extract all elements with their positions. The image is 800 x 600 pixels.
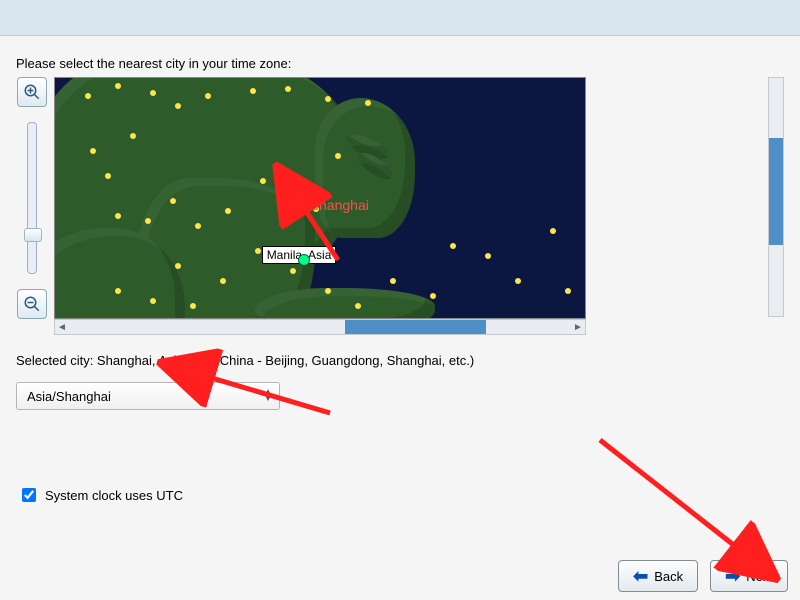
city-dot[interactable] bbox=[220, 278, 226, 284]
timezone-selector-window: Please select the nearest city in your t… bbox=[0, 0, 800, 600]
next-button-label: Next bbox=[746, 569, 773, 584]
city-dot[interactable] bbox=[115, 213, 121, 219]
city-dot[interactable] bbox=[485, 253, 491, 259]
city-dot[interactable] bbox=[290, 268, 296, 274]
back-button[interactable]: ⬅ Back bbox=[618, 560, 698, 592]
city-dot[interactable] bbox=[225, 208, 231, 214]
system-clock-utc-row[interactable]: System clock uses UTC bbox=[18, 485, 183, 505]
map-horizontal-scrollbar[interactable]: ◄ ► bbox=[54, 319, 586, 335]
city-dot[interactable] bbox=[85, 93, 91, 99]
city-dot[interactable] bbox=[255, 248, 261, 254]
content-area: Please select the nearest city in your t… bbox=[0, 36, 800, 552]
arrow-left-icon: ⬅ bbox=[633, 566, 648, 587]
back-button-label: Back bbox=[654, 569, 683, 584]
system-clock-utc-checkbox[interactable] bbox=[22, 488, 36, 502]
city-dot[interactable] bbox=[115, 83, 121, 89]
city-dot[interactable] bbox=[390, 278, 396, 284]
hscroll-left-icon[interactable]: ◄ bbox=[55, 321, 69, 333]
timezone-select-value: Asia/Shanghai bbox=[27, 389, 111, 404]
zoom-in-icon bbox=[23, 83, 41, 101]
city-dot[interactable] bbox=[115, 288, 121, 294]
zoom-out-icon bbox=[23, 295, 41, 313]
map-container: Shanghai Manila, Asia bbox=[54, 77, 762, 319]
map-vertical-scrollbar[interactable] bbox=[768, 77, 784, 317]
hscroll-thumb[interactable] bbox=[345, 320, 486, 334]
city-dot[interactable] bbox=[190, 303, 196, 309]
city-dot[interactable] bbox=[90, 148, 96, 154]
city-dot[interactable] bbox=[105, 173, 111, 179]
city-dot[interactable] bbox=[365, 100, 371, 106]
city-dot[interactable] bbox=[515, 278, 521, 284]
wizard-button-bar: ⬅ Back ➡ Next bbox=[618, 560, 788, 592]
hscroll-right-icon[interactable]: ► bbox=[571, 321, 585, 333]
vscroll-thumb[interactable] bbox=[769, 138, 783, 245]
zoom-in-button[interactable] bbox=[17, 77, 47, 107]
instruction-text: Please select the nearest city in your t… bbox=[16, 56, 784, 71]
city-dot[interactable] bbox=[335, 153, 341, 159]
zoom-slider[interactable] bbox=[27, 122, 37, 274]
city-dot[interactable] bbox=[195, 223, 201, 229]
zoom-slider-handle[interactable] bbox=[24, 228, 42, 242]
city-dot[interactable] bbox=[145, 218, 151, 224]
hover-city-pin bbox=[298, 254, 310, 266]
city-dot[interactable] bbox=[565, 288, 571, 294]
city-dot[interactable] bbox=[150, 298, 156, 304]
selected-city-text: Selected city: Shanghai, Asia (east Chin… bbox=[16, 353, 784, 368]
map-row: Shanghai Manila, Asia bbox=[16, 77, 784, 319]
city-dot[interactable] bbox=[355, 303, 361, 309]
city-dot[interactable] bbox=[170, 198, 176, 204]
system-clock-utc-label: System clock uses UTC bbox=[45, 488, 183, 503]
zoom-out-button[interactable] bbox=[17, 289, 47, 319]
world-map[interactable]: Shanghai Manila, Asia bbox=[54, 77, 586, 319]
city-dot[interactable] bbox=[175, 103, 181, 109]
select-arrows-icon: ▲▼ bbox=[263, 390, 273, 402]
hscroll-row: ◄ ► bbox=[54, 319, 784, 335]
city-dot[interactable] bbox=[450, 243, 456, 249]
city-dot[interactable] bbox=[130, 133, 136, 139]
land-mass bbox=[255, 288, 435, 319]
zoom-controls bbox=[16, 77, 48, 319]
arrow-right-icon: ➡ bbox=[725, 566, 740, 587]
city-dot[interactable] bbox=[430, 293, 436, 299]
city-dot[interactable] bbox=[550, 228, 556, 234]
city-dot[interactable] bbox=[285, 193, 291, 199]
city-dot[interactable] bbox=[250, 88, 256, 94]
city-dot[interactable] bbox=[325, 96, 331, 102]
timezone-select[interactable]: Asia/Shanghai ▲▼ bbox=[16, 382, 280, 410]
city-dot[interactable] bbox=[325, 288, 331, 294]
city-dot[interactable] bbox=[285, 86, 291, 92]
city-dot[interactable] bbox=[260, 178, 266, 184]
city-dot[interactable] bbox=[175, 263, 181, 269]
highlighted-city-label: Shanghai bbox=[310, 197, 369, 213]
next-button[interactable]: ➡ Next bbox=[710, 560, 788, 592]
city-dot[interactable] bbox=[205, 93, 211, 99]
city-dot[interactable] bbox=[150, 90, 156, 96]
window-titlebar bbox=[0, 0, 800, 36]
